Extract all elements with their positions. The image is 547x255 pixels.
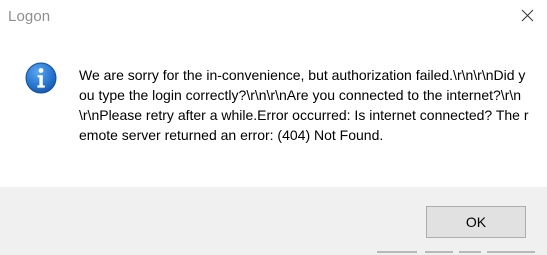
title-bar: Logon [0,0,547,34]
button-footer: OK [0,187,547,255]
background-window-edge [347,251,547,255]
window-title: Logon [8,8,51,25]
logon-dialog: Logon We are sorry for the in-convenienc… [0,0,547,255]
close-button[interactable] [508,0,547,32]
ok-button[interactable]: OK [426,206,526,238]
error-message: We are sorry for the in-convenience, but… [79,67,529,143]
close-icon [521,9,534,22]
message-area: We are sorry for the in-convenience, but… [0,34,547,187]
info-icon [25,62,57,94]
